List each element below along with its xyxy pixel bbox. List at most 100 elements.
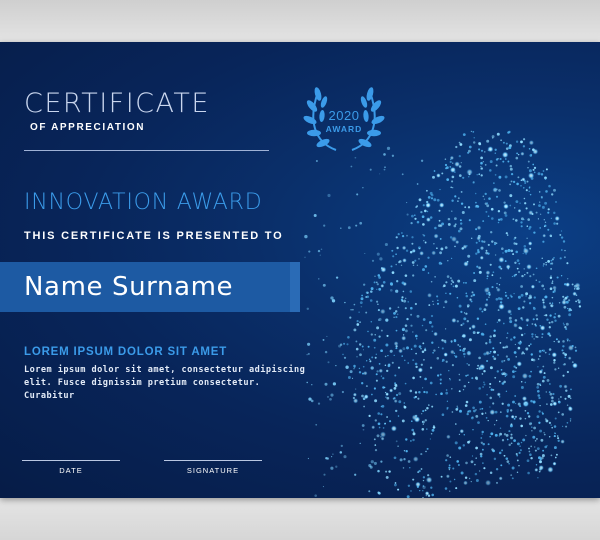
face-particle <box>371 393 373 396</box>
face-particle <box>475 446 478 450</box>
face-particle <box>549 276 553 279</box>
face-particle <box>483 381 485 384</box>
certificate-subtitle: OF APPRECIATION <box>30 122 146 133</box>
face-particle <box>385 392 389 397</box>
face-particle <box>440 475 443 478</box>
face-particle <box>530 353 533 356</box>
face-particle <box>420 453 423 456</box>
face-particle <box>352 308 354 311</box>
face-particle <box>401 327 406 331</box>
face-particle <box>513 292 515 295</box>
face-particle <box>567 307 569 310</box>
face-particle <box>564 397 567 400</box>
face-particle <box>527 218 530 221</box>
face-particle <box>385 396 387 398</box>
face-particle <box>354 156 357 159</box>
face-particle <box>485 270 491 276</box>
face-particle <box>420 363 423 366</box>
face-particle <box>460 310 463 313</box>
face-particle <box>463 480 468 486</box>
face-particle <box>304 234 308 239</box>
face-particle <box>403 402 406 404</box>
face-particle <box>532 168 535 171</box>
face-particle <box>402 347 406 351</box>
face-particle <box>575 294 578 296</box>
face-particle <box>478 266 481 270</box>
face-particle <box>532 148 535 152</box>
face-particle <box>419 375 422 378</box>
face-particle <box>404 297 407 300</box>
face-particle <box>563 305 567 309</box>
face-particle <box>530 284 536 289</box>
face-particle <box>373 346 376 349</box>
face-particle <box>515 273 517 276</box>
face-particle <box>459 143 463 146</box>
face-particle <box>431 428 435 432</box>
face-particle <box>545 263 547 266</box>
face-particle <box>505 355 509 358</box>
face-particle <box>551 193 554 196</box>
face-particle <box>536 389 540 393</box>
face-particle <box>377 422 381 426</box>
face-particle <box>539 325 546 331</box>
face-particle <box>393 456 397 460</box>
face-particle <box>578 305 582 308</box>
face-particle <box>307 342 311 346</box>
face-particle <box>360 297 364 301</box>
face-particle <box>462 176 465 179</box>
face-particle <box>497 309 500 312</box>
face-particle <box>523 218 525 221</box>
face-particle <box>489 339 491 341</box>
face-particle <box>538 191 541 193</box>
face-particle <box>489 350 492 353</box>
face-particle <box>493 329 496 332</box>
face-particle <box>480 161 483 165</box>
face-particle <box>484 412 487 414</box>
face-particle <box>504 214 508 217</box>
face-particle <box>426 210 429 213</box>
face-particle <box>370 290 373 293</box>
face-particle <box>419 489 421 492</box>
face-particle <box>478 142 482 145</box>
face-particle <box>556 222 559 225</box>
face-particle <box>509 194 513 198</box>
face-particle <box>450 341 453 343</box>
face-particle <box>551 302 554 304</box>
face-particle <box>548 184 551 188</box>
face-particle <box>402 467 405 469</box>
face-particle <box>565 322 569 326</box>
face-particle <box>510 474 513 476</box>
face-particle <box>566 404 569 406</box>
face-particle <box>376 434 380 438</box>
face-particle <box>344 301 346 304</box>
face-particle <box>452 162 454 164</box>
face-particle <box>359 301 363 304</box>
face-particle <box>495 164 498 167</box>
face-particle <box>454 161 460 168</box>
face-particle <box>451 388 453 390</box>
face-particle <box>495 419 498 422</box>
face-particle <box>430 193 434 197</box>
presented-to-text: THIS CERTIFICATE IS PRESENTED TO <box>24 230 284 242</box>
face-particle <box>377 469 380 473</box>
face-particle <box>513 417 516 420</box>
face-particle <box>432 300 434 303</box>
face-particle <box>326 395 330 398</box>
face-particle <box>411 261 415 264</box>
face-particle <box>480 455 483 458</box>
face-particle <box>366 295 370 299</box>
face-particle <box>544 445 548 449</box>
face-particle <box>550 395 555 400</box>
face-particle <box>522 145 526 148</box>
face-particle <box>355 224 358 227</box>
face-particle <box>487 419 489 422</box>
face-particle <box>461 247 465 250</box>
face-particle <box>406 213 409 216</box>
face-particle <box>513 351 517 354</box>
face-particle <box>551 296 554 299</box>
face-particle <box>481 310 484 313</box>
face-particle <box>374 444 377 446</box>
face-particle <box>523 268 525 270</box>
face-particle <box>380 267 383 270</box>
face-particle <box>387 363 391 367</box>
